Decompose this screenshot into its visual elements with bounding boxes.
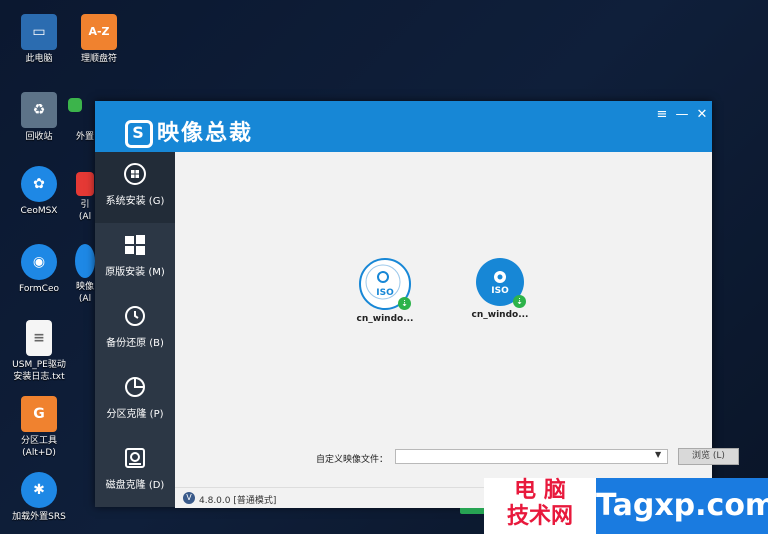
- main-panel: ISO ⇣ cn_windo... ISO ⇣ cn_windo... 自定义映…: [175, 152, 739, 514]
- desktop-icon-load-srs[interactable]: ✱ 加载外置SRS: [4, 472, 74, 523]
- desktop-icon-label: 分区工具: [20, 436, 57, 446]
- sidebar-item-backup-restore[interactable]: 备份还原 (B): [95, 294, 175, 365]
- usb-badge-icon: ⇣: [513, 295, 526, 308]
- partition-tool-icon: G: [21, 396, 57, 432]
- watermark-cn: 电 脑 技术网: [484, 478, 596, 534]
- version-logo-icon: V: [183, 492, 195, 504]
- windows-logo-icon: [122, 232, 148, 258]
- desktop-icon-label: 映像: [75, 282, 94, 292]
- sidebar-item-label: 磁盘克隆 (D): [105, 480, 165, 491]
- custom-image-label: 自定义映像文件：: [316, 455, 389, 465]
- windows-disc-icon: [122, 161, 148, 187]
- watermark-cn-line2: 技术网: [506, 504, 573, 529]
- iso-filename: cn_windo...: [471, 310, 529, 320]
- desktop-icon-sublabel: (Al: [78, 212, 92, 222]
- desktop-icon-external[interactable]: 外置: [60, 92, 96, 143]
- desktop-icon-label: FormCeo: [19, 284, 59, 294]
- iso-disc-icon: ISO ⇣: [476, 258, 526, 308]
- text-file-icon: ≡: [26, 320, 52, 356]
- sidebar-item-original-install[interactable]: 原版安装 (M): [95, 223, 175, 294]
- minimize-button[interactable]: —: [673, 107, 691, 122]
- ceomsx-icon: ✿: [21, 166, 57, 202]
- boot-icon: [76, 172, 94, 196]
- iso-label: ISO: [491, 286, 509, 296]
- desktop-icon-boot[interactable]: 引 (Al: [74, 172, 96, 223]
- computer-icon: ▭: [21, 14, 57, 50]
- title-bar: S 映像总裁 ≡ — ✕: [95, 101, 712, 152]
- app-window: S映像总裁 ≡ — ✕ 系统安装 (G) 原版安装 (M) 备份还原 (B): [95, 101, 739, 514]
- sidebar-item-disk-clone[interactable]: 磁盘克隆 (D): [95, 436, 175, 507]
- desktop-icon-sublabel: (Alt+D): [22, 448, 56, 458]
- iso-item[interactable]: ISO ⇣ cn_windo...: [345, 258, 425, 324]
- desktop-icon-sublabel: (Al: [78, 294, 92, 304]
- sidebar-item-label: 备份还原 (B): [106, 338, 164, 349]
- logo-s-icon: S: [125, 120, 153, 148]
- pie-chart-icon: [122, 374, 148, 400]
- watermark-en: Tagxp.com: [596, 478, 768, 534]
- clock-restore-icon: [122, 303, 148, 329]
- sidebar-item-label: 分区克隆 (P): [106, 409, 164, 420]
- image-app-icon: [75, 244, 95, 278]
- desktop-icon-label: 加载外置SRS: [12, 512, 66, 522]
- usb-badge-icon: ⇣: [398, 297, 411, 310]
- desktop-icon-formceo[interactable]: ◉ FormCeo: [4, 244, 74, 295]
- iso-filename: cn_windo...: [356, 314, 414, 324]
- disk-icon: [122, 445, 148, 471]
- desktop-icon-label: CeoMSX: [20, 206, 58, 216]
- desktop-icon-image[interactable]: 映像 (Al: [74, 244, 96, 305]
- app-logo: S 映像总裁: [125, 115, 253, 148]
- watermark-cn-line1: 电 脑: [514, 478, 566, 503]
- desktop-icon-label: USM_PE驱动: [12, 360, 66, 370]
- srs-icon: ✱: [21, 472, 57, 508]
- desktop-icon-ceomsx[interactable]: ✿ CeoMSX: [4, 166, 74, 217]
- close-button[interactable]: ✕: [693, 107, 711, 122]
- watermark: 电 脑 技术网 Tagxp.com: [484, 478, 768, 534]
- iso-label: ISO: [376, 288, 394, 298]
- sidebar-item-system-install[interactable]: 系统安装 (G): [95, 152, 175, 223]
- desktop-icon-partition-tool[interactable]: G 分区工具 (Alt+D): [4, 396, 74, 459]
- sidebar-item-label: 系统安装 (G): [105, 196, 165, 207]
- desktop-icon-label: 理顺盘符: [80, 54, 117, 64]
- iso-disc-icon: ISO ⇣: [359, 258, 411, 310]
- menu-button[interactable]: ≡: [653, 107, 671, 122]
- sidebar-item-partition-clone[interactable]: 分区克隆 (P): [95, 365, 175, 436]
- sidebar: 系统安装 (G) 原版安装 (M) 备份还原 (B) 分区克隆 (P) 磁盘克隆…: [95, 152, 175, 507]
- iso-item-selected[interactable]: ISO ⇣ cn_windo...: [460, 258, 540, 320]
- desktop-icon-label: 外置: [76, 132, 95, 142]
- formceo-icon: ◉: [21, 244, 57, 280]
- az-sort-icon: A-Z: [81, 14, 117, 50]
- recycle-bin-icon: ♻: [21, 92, 57, 128]
- browse-button[interactable]: 浏览 (L): [678, 448, 739, 465]
- chevron-down-icon[interactable]: ▼: [655, 450, 661, 459]
- desktop-icon-label: 引: [80, 200, 90, 210]
- app-title: 映像总裁: [157, 121, 254, 146]
- desktop-icon-drive-letters[interactable]: A-Z 理顺盘符: [64, 14, 134, 65]
- desktop-icon-sublabel: 安装日志.txt: [13, 372, 65, 382]
- desktop-icon-log-file[interactable]: ≡ USM_PE驱动 安装日志.txt: [4, 320, 74, 383]
- sidebar-item-label: 原版安装 (M): [105, 267, 165, 278]
- custom-image-input[interactable]: [395, 449, 668, 464]
- version-text: 4.8.0.0 [普通模式]: [199, 496, 277, 506]
- external-icon: [68, 98, 82, 112]
